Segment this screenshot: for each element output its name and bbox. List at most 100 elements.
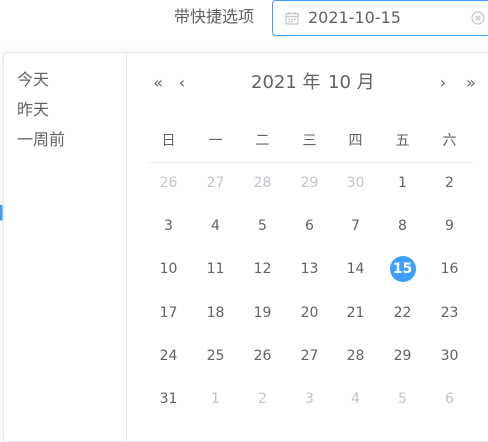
day-cell-other-month[interactable]: 30: [332, 168, 379, 198]
field-label: 带快捷选项: [174, 7, 255, 26]
calendar-icon: [285, 12, 299, 25]
day-number: 25: [206, 348, 225, 364]
day-cell[interactable]: 28: [332, 341, 379, 371]
shortcut-week-ago[interactable]: 一周前: [4, 125, 126, 155]
day-cell-other-month[interactable]: 6: [426, 384, 473, 414]
day-cell[interactable]: 5: [239, 211, 286, 241]
day-number: 27: [206, 175, 225, 191]
day-cell[interactable]: 1: [379, 168, 426, 198]
day-cell[interactable]: 24: [145, 341, 192, 371]
day-cell-other-month[interactable]: 4: [332, 384, 379, 414]
day-cell[interactable]: 16: [426, 254, 473, 284]
day-number: 16: [440, 261, 459, 277]
day-number: 15: [389, 256, 416, 282]
day-number: 28: [346, 348, 365, 364]
day-number: 5: [398, 391, 407, 407]
day-cell[interactable]: 10: [145, 254, 192, 284]
day-number: 27: [300, 348, 319, 364]
day-cell[interactable]: 18: [192, 298, 239, 328]
shortcut-today[interactable]: 今天: [4, 65, 126, 95]
double-arrow-left-icon[interactable]: «: [148, 72, 168, 94]
arrow-right-icon[interactable]: ›: [433, 72, 453, 94]
weekday-label: 二: [255, 133, 270, 149]
date-input[interactable]: 2021-10-15: [272, 0, 488, 36]
day-cell[interactable]: 11: [192, 254, 239, 284]
weekday-label: 五: [395, 133, 410, 149]
day-cell[interactable]: 22: [379, 298, 426, 328]
day-number: 11: [206, 261, 225, 277]
day-number: 17: [159, 305, 178, 321]
day-number: 30: [346, 175, 365, 191]
day-cell[interactable]: 8: [379, 211, 426, 241]
day-cell[interactable]: 26: [239, 341, 286, 371]
day-number: 4: [211, 218, 220, 234]
day-number: 8: [398, 218, 407, 234]
picker-header: « ‹ 2021 年 10 月 › »: [128, 53, 488, 113]
weekday-label: 四: [348, 133, 363, 149]
day-cell[interactable]: 20: [286, 298, 333, 328]
day-cell-other-month[interactable]: 5: [379, 384, 426, 414]
day-cell-other-month[interactable]: 1: [192, 384, 239, 414]
shortcut-yesterday[interactable]: 昨天: [4, 95, 126, 125]
day-number: 1: [398, 175, 407, 191]
day-cell[interactable]: 29: [379, 341, 426, 371]
header-year[interactable]: 2021 年: [251, 70, 321, 96]
day-number: 26: [253, 348, 272, 364]
day-cell[interactable]: 30: [426, 341, 473, 371]
day-number: 19: [253, 305, 272, 321]
day-number: 30: [440, 348, 459, 364]
day-cell-other-month[interactable]: 28: [239, 168, 286, 198]
weekday-divider: [149, 162, 474, 163]
arrow-left-icon[interactable]: ‹: [172, 72, 192, 94]
day-cell[interactable]: 25: [192, 341, 239, 371]
day-number: 6: [445, 391, 454, 407]
day-number: 29: [300, 175, 319, 191]
day-cell[interactable]: 2: [426, 168, 473, 198]
day-cell[interactable]: 9: [426, 211, 473, 241]
day-number: 2: [445, 175, 454, 191]
double-arrow-right-icon[interactable]: »: [461, 72, 481, 94]
day-number: 12: [253, 261, 272, 277]
day-cell-other-month[interactable]: 27: [192, 168, 239, 198]
weekday-label: 三: [302, 133, 317, 149]
day-cell[interactable]: 13: [286, 254, 333, 284]
weekday-label: 六: [442, 133, 457, 149]
day-cell-other-month[interactable]: 29: [286, 168, 333, 198]
weekday-label: 一: [208, 133, 223, 149]
day-cell-other-month[interactable]: 2: [239, 384, 286, 414]
weekday-label: 日: [161, 133, 176, 149]
day-number: 20: [300, 305, 319, 321]
day-cell[interactable]: 6: [286, 211, 333, 241]
day-number: 6: [305, 218, 314, 234]
date-value: 2021-10-15: [308, 8, 401, 27]
day-cell[interactable]: 3: [145, 211, 192, 241]
day-cell-other-month[interactable]: 3: [286, 384, 333, 414]
day-cell-other-month[interactable]: 26: [145, 168, 192, 198]
day-cell[interactable]: 19: [239, 298, 286, 328]
day-number: 14: [346, 261, 365, 277]
day-number: 22: [393, 305, 412, 321]
day-cell[interactable]: 14: [332, 254, 379, 284]
day-cell[interactable]: 4: [192, 211, 239, 241]
day-cell[interactable]: 7: [332, 211, 379, 241]
day-cell[interactable]: 23: [426, 298, 473, 328]
day-number: 3: [164, 218, 173, 234]
day-cell[interactable]: 31: [145, 384, 192, 414]
day-number: 24: [159, 348, 178, 364]
day-number: 31: [159, 391, 178, 407]
day-number: 4: [351, 391, 360, 407]
day-cell[interactable]: 17: [145, 298, 192, 328]
day-number: 1: [211, 391, 220, 407]
day-cell[interactable]: 12: [239, 254, 286, 284]
day-number: 23: [440, 305, 459, 321]
day-number: 29: [393, 348, 412, 364]
circle-close-icon[interactable]: [471, 11, 485, 25]
day-number: 28: [253, 175, 272, 191]
day-cell[interactable]: 21: [332, 298, 379, 328]
day-number: 3: [305, 391, 314, 407]
header-month[interactable]: 10 月: [328, 70, 375, 96]
day-cell-selected[interactable]: 15: [379, 254, 426, 284]
shortcut-sidebar: 今天 昨天 一周前: [4, 53, 127, 441]
day-number: 9: [445, 218, 454, 234]
day-cell[interactable]: 27: [286, 341, 333, 371]
